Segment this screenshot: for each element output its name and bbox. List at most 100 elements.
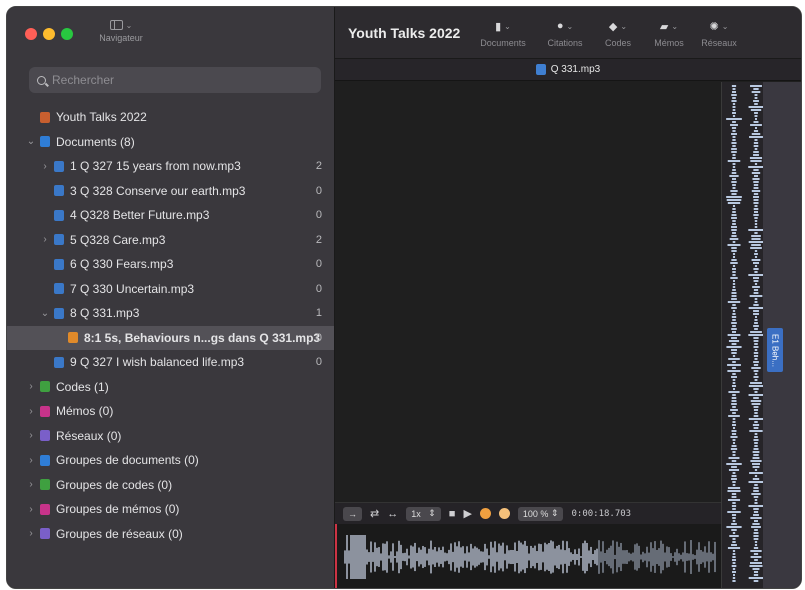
chevron-right-icon[interactable]: › xyxy=(25,528,37,539)
navigator-toggle-button[interactable]: ⌄ Navigateur xyxy=(91,20,151,43)
zoom-button[interactable] xyxy=(61,28,73,40)
chevron-down-icon: ⌄ xyxy=(504,21,511,31)
tree-item-label: 3 Q 328 Conserve our earth.mp3 xyxy=(70,183,246,198)
tree-item-label: 5 Q328 Care.mp3 xyxy=(70,232,166,247)
tree-item-label: Groupes de réseaux (0) xyxy=(56,526,183,541)
tree-item[interactable]: › Codes (1) xyxy=(7,375,334,400)
chevron-right-icon[interactable]: › xyxy=(25,455,37,466)
main-area: Youth Talks 2022 ▮ ⌄ Documents ● ⌄ Citations ◆… xyxy=(335,7,801,588)
item-icon xyxy=(54,185,64,197)
navigator-label: Navigateur xyxy=(99,33,143,43)
media-canvas[interactable] xyxy=(335,82,721,502)
player-controls: → ⇄ ↔ 1x ⇕ ■ ▶ 100 % ⇕ 0:00:18.703 xyxy=(335,502,721,524)
chevron-right-icon[interactable]: › xyxy=(25,381,37,392)
tree-item[interactable]: 4 Q328 Better Future.mp3 0 xyxy=(7,203,334,228)
chevron-down-icon[interactable]: ⌄ xyxy=(25,136,37,147)
marker-icon[interactable] xyxy=(498,508,510,519)
chevron-down-icon[interactable]: ⌄ xyxy=(39,308,51,319)
search-placeholder: Rechercher xyxy=(52,73,115,87)
codes-icon: ◆ xyxy=(608,20,618,33)
toolbar-button-label: Réseaux xyxy=(701,38,737,48)
loop-icon[interactable]: ⇄ xyxy=(370,507,379,520)
item-icon xyxy=(54,258,64,270)
codes-margin-strip: E1 Beh... xyxy=(763,82,801,588)
tree-item[interactable]: ⌄ Documents (8) xyxy=(7,130,334,155)
toolbar-button-label: Documents xyxy=(480,38,526,48)
tree-item[interactable]: 7 Q 330 Uncertain.mp3 0 xyxy=(7,277,334,302)
document-tab[interactable]: Q 331.mp3 xyxy=(335,59,801,81)
tree-item[interactable]: › 5 Q328 Care.mp3 2 xyxy=(7,228,334,253)
item-icon xyxy=(40,430,50,442)
tree-item[interactable]: › Groupes de réseaux (0) xyxy=(7,522,334,547)
tree-item-label: 9 Q 327 I wish balanced life.mp3 xyxy=(70,355,245,370)
toolbar: Youth Talks 2022 ▮ ⌄ Documents ● ⌄ Citations ◆… xyxy=(335,7,801,59)
quotation-count: 0 xyxy=(315,331,322,344)
quotation-count: 0 xyxy=(315,209,322,222)
tree-item-label: Réseaux (0) xyxy=(56,428,122,443)
minimize-button[interactable] xyxy=(43,28,55,40)
chevron-right-icon[interactable]: › xyxy=(39,161,51,172)
chevron-right-icon[interactable]: › xyxy=(39,234,51,245)
close-button[interactable] xyxy=(25,28,37,40)
tree-item[interactable]: ⌄ 8 Q 331.mp3 1 xyxy=(7,301,334,326)
item-icon xyxy=(40,136,50,148)
toolbar-button-documents[interactable]: ▮ ⌄ Documents xyxy=(471,18,535,49)
quotation-count: 0 xyxy=(315,184,322,197)
tree-item[interactable]: 3 Q 328 Conserve our earth.mp3 0 xyxy=(7,179,334,204)
zoom-select[interactable]: 100 % ⇕ xyxy=(517,506,564,521)
item-icon xyxy=(40,111,50,123)
project-tree: Youth Talks 2022 ⌄ Documents (8) › 1 Q 327 1… xyxy=(7,105,334,546)
memos-icon: ▰ xyxy=(659,20,669,33)
chevron-down-icon: ⌄ xyxy=(566,21,574,31)
create-quotation-icon[interactable] xyxy=(479,508,491,519)
tree-item[interactable]: › Groupes de documents (0) xyxy=(7,448,334,473)
chevron-right-icon[interactable]: › xyxy=(25,430,37,441)
tree-item-label: Youth Talks 2022 xyxy=(56,110,147,125)
play-icon[interactable]: ▶ xyxy=(463,507,471,520)
chevron-right-icon[interactable]: › xyxy=(25,504,37,515)
tree-item[interactable]: › Mémos (0) xyxy=(7,399,334,424)
speed-select[interactable]: 1x ⇕ xyxy=(406,506,441,521)
time-readout: 0:00:18.703 xyxy=(571,508,632,519)
item-icon xyxy=(40,454,50,466)
tab-label: Q 331.mp3 xyxy=(550,64,601,75)
tree-item-label: 6 Q 330 Fears.mp3 xyxy=(70,257,174,272)
tree-item-label: Mémos (0) xyxy=(56,404,114,419)
chevron-down-icon: ⌄ xyxy=(620,21,628,31)
item-icon xyxy=(54,209,64,221)
follow-playhead-button[interactable]: → xyxy=(343,506,362,521)
tree-item[interactable]: › Groupes de mémos (0) xyxy=(7,497,334,522)
tree-item[interactable]: 8:1 5s, Behaviours n...gs dans Q 331.mp3… xyxy=(7,325,334,350)
window-controls xyxy=(25,28,73,40)
chevron-down-icon: ⌄ xyxy=(721,21,729,31)
navigator-sidebar: ⌄ Navigateur Rechercher Youth Talks 2022… xyxy=(7,7,335,588)
zoom-value: 100 % xyxy=(522,508,549,519)
tree-item[interactable]: › 1 Q 327 15 years from now.mp3 2 xyxy=(7,154,334,179)
tree-item[interactable]: 6 Q 330 Fears.mp3 0 xyxy=(7,252,334,277)
search-input[interactable]: Rechercher xyxy=(29,67,321,93)
search-icon xyxy=(37,75,46,85)
stop-icon[interactable]: ■ xyxy=(449,508,456,520)
tree-item[interactable]: 9 Q 327 I wish balanced life.mp3 0 xyxy=(7,350,334,375)
chevron-down-icon: ⌄ xyxy=(671,21,679,31)
fit-width-icon[interactable]: ↔ xyxy=(387,508,398,520)
chevron-right-icon[interactable]: › xyxy=(25,406,37,417)
item-icon xyxy=(40,503,50,515)
chevron-right-icon[interactable]: › xyxy=(25,479,37,490)
tree-item[interactable]: › Groupes de codes (0) xyxy=(7,473,334,498)
tree-item[interactable]: Youth Talks 2022 xyxy=(7,105,334,130)
tree-item[interactable]: › Réseaux (0) xyxy=(7,424,334,449)
project-title: Youth Talks 2022 xyxy=(348,25,461,41)
toolbar-button-réseaux[interactable]: ✺ ⌄ Réseaux xyxy=(687,18,751,49)
tree-item-label: Groupes de mémos (0) xyxy=(56,502,180,517)
quotation-count: 0 xyxy=(315,356,322,369)
audio-waveform[interactable] xyxy=(335,524,721,588)
quotation-count: 0 xyxy=(315,258,322,271)
waveform-graphic xyxy=(344,535,716,579)
quotation-count: 0 xyxy=(315,282,322,295)
code-tag[interactable]: E1 Beh... xyxy=(767,328,783,372)
tree-item-label: Groupes de documents (0) xyxy=(56,453,199,468)
audio-document-icon xyxy=(535,64,546,75)
quotation-count: 2 xyxy=(315,233,322,246)
item-icon xyxy=(54,307,64,319)
